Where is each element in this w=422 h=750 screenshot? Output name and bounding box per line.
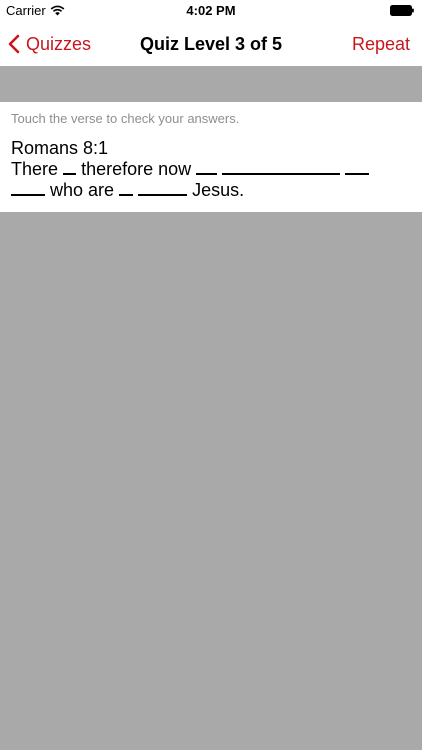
repeat-button[interactable]: Repeat — [352, 22, 410, 66]
verse-word: There — [11, 159, 59, 179]
navigation-bar: Quizzes Quiz Level 3 of 5 Repeat — [0, 22, 422, 66]
back-button-label: Quizzes — [26, 33, 92, 54]
verse-word: who are — [50, 180, 115, 200]
answer-blank — [196, 173, 218, 175]
answer-blank — [63, 173, 77, 175]
verse-line-2: who are Jesus. — [11, 180, 411, 201]
header-spacer — [0, 66, 422, 102]
back-button[interactable]: Quizzes — [8, 22, 91, 66]
chevron-left-icon — [8, 34, 20, 54]
battery-icon — [390, 5, 414, 16]
answer-blank — [11, 194, 45, 196]
status-time: 4:02 PM — [186, 3, 236, 18]
answer-blank — [345, 173, 370, 175]
verse-word: therefore now — [81, 159, 192, 179]
empty-content-area — [0, 212, 422, 750]
verse-word: Jesus. — [192, 180, 245, 200]
answer-blank — [138, 194, 188, 196]
quiz-card: Touch the verse to check your answers. R… — [0, 102, 422, 212]
verse-text[interactable]: Romans 8:1 There therefore now who are J… — [11, 138, 411, 201]
answer-blank — [222, 173, 341, 175]
answer-blank — [119, 194, 134, 196]
verse-line-1: There therefore now — [11, 159, 411, 180]
hint-text: Touch the verse to check your answers. — [11, 111, 240, 126]
verse-reference: Romans 8:1 — [11, 138, 109, 158]
status-bar: Carrier 4:02 PM — [0, 0, 422, 22]
